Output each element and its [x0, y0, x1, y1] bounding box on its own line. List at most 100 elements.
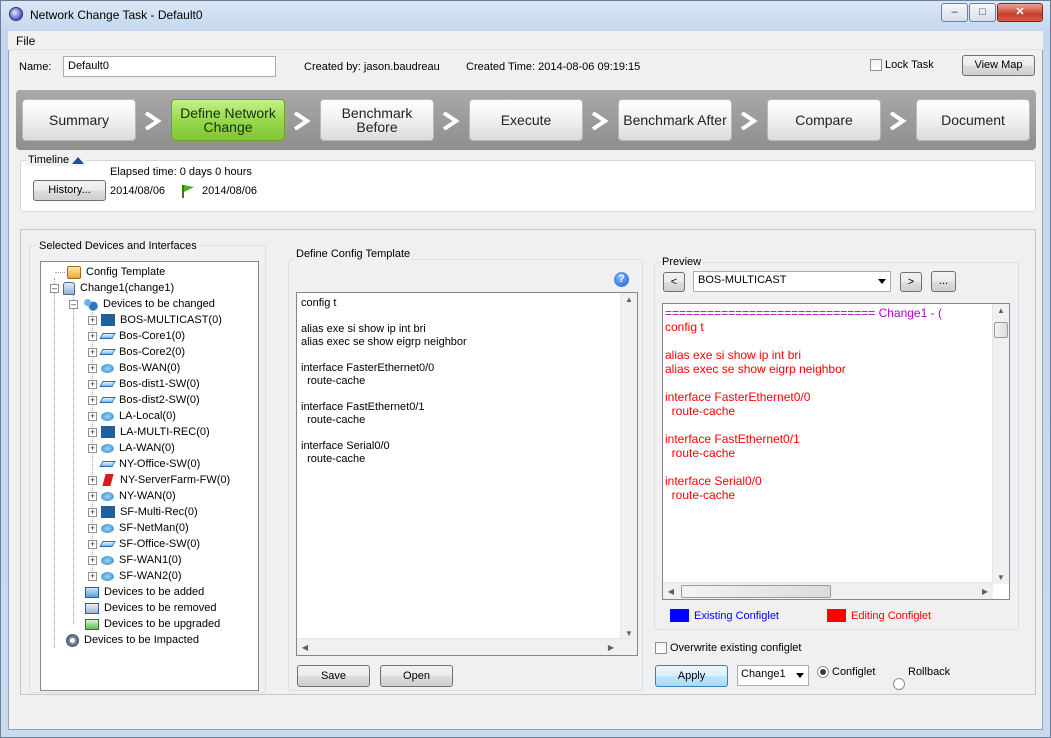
tree-change1[interactable]: – Change1(change1) — [50, 280, 174, 296]
maximize-button[interactable]: □ — [969, 3, 996, 22]
tree-label: SF-WAN2(0) — [119, 570, 182, 582]
tree-device[interactable]: + LA-WAN(0) — [88, 440, 175, 456]
tree-device[interactable]: + SF-Multi-Rec(0) — [88, 504, 198, 520]
step-compare[interactable]: Compare — [767, 99, 881, 141]
tree-device[interactable]: NY-Office-SW(0) — [99, 456, 200, 472]
expand-icon[interactable]: + — [88, 315, 97, 325]
expand-icon[interactable]: + — [88, 331, 97, 341]
tree-device[interactable]: + NY-ServerFarm-FW(0) — [88, 472, 230, 488]
minimize-button[interactable]: – — [941, 3, 968, 22]
step-define-network-change[interactable]: Define Network Change — [171, 99, 285, 141]
next-device-button[interactable]: > — [900, 272, 922, 292]
tree-device[interactable]: + SF-WAN1(0) — [88, 552, 182, 568]
preview-hscroll-thumb[interactable] — [681, 585, 831, 598]
scroll-right-icon[interactable]: ▶ — [603, 643, 619, 652]
tree-device[interactable]: + Bos-Core2(0) — [88, 344, 185, 360]
device-tree[interactable]: Config Template – Change1(change1) – Dev… — [40, 261, 259, 691]
expand-icon[interactable]: + — [88, 523, 97, 533]
template-vscrollbar[interactable]: ▲ ▼ — [620, 293, 637, 640]
tree-device[interactable]: + Bos-WAN(0) — [88, 360, 180, 376]
step-document[interactable]: Document — [916, 99, 1030, 141]
scroll-up-icon[interactable]: ▲ — [993, 306, 1009, 315]
tree-config-template[interactable]: Config Template — [53, 264, 165, 280]
expand-icon[interactable]: + — [88, 347, 97, 357]
dropdown-arrow-icon — [878, 279, 886, 284]
preview-line: interface FastEthernet0/1 — [665, 432, 800, 446]
step-benchmark-after[interactable]: Benchmark After — [618, 99, 732, 141]
scroll-down-icon[interactable]: ▼ — [621, 629, 637, 638]
expand-icon[interactable]: + — [88, 443, 97, 453]
expand-icon[interactable]: + — [88, 507, 97, 517]
preview-pane[interactable]: ============================== Change1 -… — [662, 303, 1010, 600]
more-button[interactable]: ... — [931, 271, 956, 292]
template-editor[interactable]: config t alias exe si show ip int bri alia… — [296, 292, 638, 656]
tree-devices-to-be-changed[interactable]: – Devices to be changed — [69, 296, 215, 312]
history-button[interactable]: History... — [33, 180, 106, 201]
tree-devices-to-be-upgraded[interactable]: Devices to be upgraded — [85, 616, 220, 632]
router-icon — [101, 411, 114, 421]
menu-bar — [8, 31, 1043, 50]
template-panel-title: Define Config Template — [294, 248, 413, 260]
elapsed-time: Elapsed time: 0 days 0 hours — [110, 166, 252, 178]
configlet-radio[interactable] — [817, 666, 829, 678]
expand-icon[interactable]: + — [88, 475, 97, 485]
scroll-left-icon[interactable]: ◀ — [663, 587, 679, 596]
expand-icon[interactable]: + — [88, 395, 97, 405]
expand-icon[interactable]: + — [88, 379, 97, 389]
expand-icon[interactable]: + — [88, 363, 97, 373]
scroll-down-icon[interactable]: ▼ — [993, 573, 1009, 582]
apply-button[interactable]: Apply — [655, 665, 728, 687]
preview-vscroll-thumb[interactable] — [994, 322, 1008, 338]
collapse-icon[interactable]: – — [69, 299, 78, 309]
minimize-icon: – — [951, 6, 958, 18]
expand-icon[interactable]: + — [88, 571, 97, 581]
timeline-label[interactable]: Timeline — [26, 154, 87, 166]
name-input[interactable]: Default0 — [63, 56, 276, 77]
tree-device[interactable]: + Bos-Core1(0) — [88, 328, 185, 344]
tree-device[interactable]: + Bos-dist1-SW(0) — [88, 376, 200, 392]
tree-devices-to-be-added[interactable]: Devices to be added — [85, 584, 204, 600]
rollback-radio[interactable] — [893, 678, 905, 690]
template-line: alias exec se show eigrp neighbor — [301, 336, 467, 348]
device-select[interactable]: BOS-MULTICAST — [693, 271, 891, 292]
close-button[interactable]: ✕ — [997, 3, 1043, 22]
save-button[interactable]: Save — [297, 665, 370, 687]
tree-device[interactable]: + LA-Local(0) — [88, 408, 176, 424]
expand-icon[interactable]: + — [88, 491, 97, 501]
change-select[interactable]: Change1 — [737, 665, 809, 686]
tree-device[interactable]: + NY-WAN(0) — [88, 488, 176, 504]
expand-icon[interactable]: + — [88, 555, 97, 565]
tree-device[interactable]: + Bos-dist2-SW(0) — [88, 392, 200, 408]
step-benchmark-before[interactable]: Benchmark Before — [320, 99, 434, 141]
preview-hscrollbar[interactable]: ◀ ▶ — [663, 582, 993, 599]
change-icon — [63, 281, 75, 295]
open-button[interactable]: Open — [380, 665, 453, 687]
tree-device[interactable]: + BOS-MULTICAST(0) — [88, 312, 222, 328]
overwrite-checkbox[interactable] — [655, 642, 667, 654]
step-summary[interactable]: Summary — [22, 99, 136, 141]
name-label: Name: — [19, 61, 52, 73]
lock-task-checkbox[interactable] — [870, 59, 882, 71]
scroll-left-icon[interactable]: ◀ — [297, 643, 313, 652]
scroll-up-icon[interactable]: ▲ — [621, 295, 637, 304]
template-hscrollbar[interactable]: ◀ ▶ — [297, 638, 637, 655]
tree-device[interactable]: + SF-NetMan(0) — [88, 520, 189, 536]
dropdown-arrow-icon — [796, 673, 804, 678]
collapse-icon[interactable]: – — [50, 283, 59, 293]
step-execute[interactable]: Execute — [469, 99, 583, 141]
expand-icon[interactable]: + — [88, 427, 97, 437]
view-map-button[interactable]: View Map — [962, 55, 1035, 76]
preview-vscrollbar[interactable]: ▲ ▼ — [992, 304, 1009, 584]
help-icon[interactable]: ? — [614, 272, 629, 287]
tree-device[interactable]: + SF-WAN2(0) — [88, 568, 182, 584]
menu-file[interactable]: File — [16, 34, 35, 48]
expand-icon[interactable]: + — [88, 539, 97, 549]
expand-icon[interactable]: + — [88, 411, 97, 421]
tree-devices-to-be-impacted[interactable]: Devices to be Impacted — [66, 632, 199, 648]
tree-devices-to-be-removed[interactable]: Devices to be removed — [85, 600, 217, 616]
prev-device-button[interactable]: < — [663, 272, 685, 292]
scroll-right-icon[interactable]: ▶ — [977, 587, 993, 596]
tree-device[interactable]: + LA-MULTI-REC(0) — [88, 424, 210, 440]
preview-line: interface Serial0/0 — [665, 474, 762, 488]
tree-device[interactable]: + SF-Office-SW(0) — [88, 536, 200, 552]
